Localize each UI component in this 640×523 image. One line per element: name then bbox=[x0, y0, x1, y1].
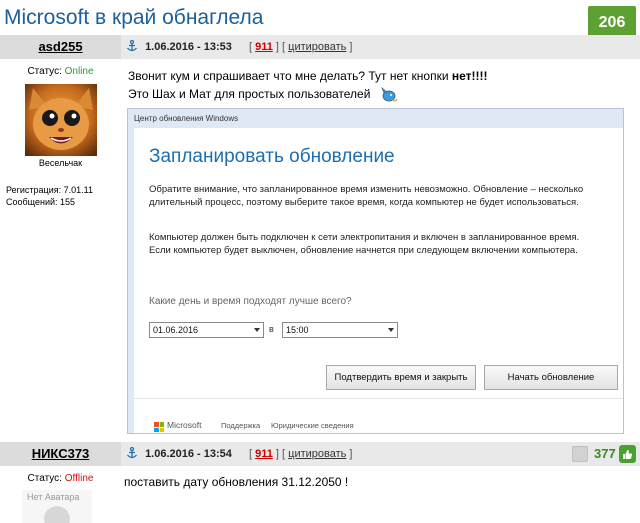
in-label: в bbox=[269, 324, 274, 334]
window-content: Запланировать обновление Обратите вниман… bbox=[134, 128, 623, 433]
status-online: Online bbox=[64, 66, 94, 77]
cite-link[interactable]: цитировать bbox=[288, 448, 346, 460]
post-text-bold: нет!!!! bbox=[451, 69, 488, 83]
post-body: Звонит кум и спрашивает что мне делать? … bbox=[128, 67, 488, 103]
dialog-heading: Запланировать обновление bbox=[149, 146, 395, 167]
legal-link[interactable]: Юридические сведения bbox=[271, 421, 354, 430]
thumbs-up-icon[interactable] bbox=[619, 445, 636, 463]
author-link[interactable]: НИКС373 bbox=[32, 446, 90, 461]
author-link[interactable]: asd255 bbox=[38, 39, 82, 54]
no-avatar-label: Нет Аватара bbox=[27, 492, 80, 502]
registration-date: Регистрация: 7.01.11 bbox=[6, 185, 93, 195]
post-score: 377 bbox=[568, 442, 640, 466]
post-text-line: Это Шах и Мат для простых пользователей bbox=[128, 85, 488, 103]
date-select-value: 01.06.2016 bbox=[153, 325, 199, 335]
post-author: asd255 bbox=[0, 35, 121, 59]
post-text: Это Шах и Мат для простых пользователей bbox=[128, 87, 371, 101]
dialog-paragraph: Обратите внимание, что запланированное в… bbox=[149, 184, 584, 208]
score-down-button[interactable] bbox=[572, 446, 588, 462]
post-text-line: Звонит кум и спрашивает что мне делать? … bbox=[128, 67, 488, 85]
post-body: поставить дату обновления 31.12.2050 ! bbox=[124, 473, 348, 491]
microsoft-logo-icon bbox=[154, 422, 164, 432]
post-meta: 1.06.2016 - 13:53 [ 911 ] [ цитировать ] bbox=[126, 35, 353, 59]
support-link[interactable]: Поддержка bbox=[221, 421, 260, 430]
post-meta: 1.06.2016 - 13:54 [ 911 ] [ цитировать ] bbox=[126, 442, 353, 466]
status-offline: Offline bbox=[64, 473, 94, 484]
post-header: НИКС373 1.06.2016 - 13:54 [ 911 ] [ цити… bbox=[0, 442, 640, 466]
chevron-down-icon bbox=[388, 328, 394, 332]
anchor-icon[interactable] bbox=[126, 40, 138, 52]
topic-title: Microsoft в край обнаглела bbox=[4, 6, 264, 29]
post-number-link[interactable]: 911 bbox=[255, 448, 273, 460]
user-status: Статус: Offline bbox=[0, 473, 121, 484]
time-select-value: 15:00 bbox=[286, 325, 309, 335]
time-select[interactable]: 15:00 bbox=[282, 322, 398, 338]
post-text: поставить дату обновления 31.12.2050 ! bbox=[124, 475, 349, 489]
anchor-icon[interactable] bbox=[126, 447, 138, 459]
user-info: Статус: Online Весельчак Регистрация: 7.… bbox=[0, 66, 121, 208]
post-date: 1.06.2016 - 13:53 bbox=[145, 41, 232, 53]
post-date: 1.06.2016 - 13:54 bbox=[145, 448, 232, 460]
status-label: Статус: bbox=[27, 66, 62, 77]
start-update-button[interactable]: Начать обновление bbox=[484, 365, 618, 390]
dialog-paragraph: Компьютер должен быть подключен к сети э… bbox=[149, 232, 580, 256]
avatar-placeholder: Нет Аватара bbox=[22, 490, 92, 523]
cite-link[interactable]: цитировать bbox=[288, 41, 346, 53]
user-stats: Регистрация: 7.01.11 Сообщений: 155 bbox=[6, 184, 121, 208]
status-label: Статус: bbox=[27, 473, 62, 484]
user-rank: Весельчак bbox=[38, 158, 83, 168]
post-links: [ 911 ] [ цитировать ] bbox=[248, 448, 353, 460]
post-header: asd255 1.06.2016 - 13:53 [ 911 ] [ цитир… bbox=[0, 35, 640, 59]
dialog-question: Какие день и время подходят лучше всего? bbox=[149, 296, 352, 307]
smiley-icon bbox=[381, 87, 398, 102]
post-text: Звонит кум и спрашивает что мне делать? … bbox=[128, 69, 452, 83]
avatar-silhouette-icon bbox=[44, 506, 70, 523]
microsoft-brand: Microsoft bbox=[167, 420, 202, 430]
dialog-footer: Microsoft Поддержка Юридические сведения bbox=[134, 398, 623, 433]
avatar[interactable] bbox=[24, 84, 97, 156]
score-value: 377 bbox=[594, 446, 616, 461]
message-count: Сообщений: 155 bbox=[6, 197, 76, 207]
post-links: [ 911 ] [ цитировать ] bbox=[248, 41, 353, 53]
confirm-time-button[interactable]: Подтвердить время и закрыть bbox=[326, 365, 476, 390]
post-number-link[interactable]: 911 bbox=[255, 41, 273, 53]
post-author: НИКС373 bbox=[0, 442, 121, 466]
date-select[interactable]: 01.06.2016 bbox=[149, 322, 264, 338]
chevron-down-icon bbox=[254, 328, 260, 332]
user-info: Статус: Offline bbox=[0, 473, 121, 484]
windows-update-screenshot: Центр обновления Windows Запланировать о… bbox=[127, 108, 624, 434]
window-title: Центр обновления Windows bbox=[128, 109, 623, 128]
user-status: Статус: Online bbox=[0, 66, 121, 77]
